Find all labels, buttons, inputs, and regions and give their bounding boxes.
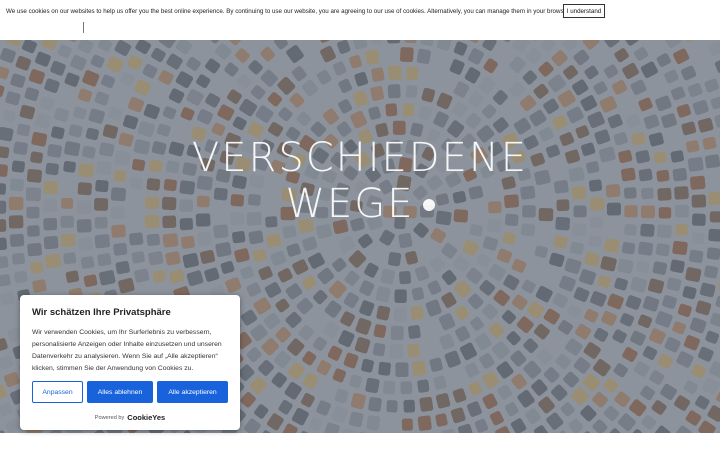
consent-body: Wir verwenden Cookies, um Ihr Surferlebn… <box>32 329 222 372</box>
page: We use cookies on our websites to help u… <box>0 0 720 450</box>
cookie-notice-text: We use cookies on our websites to help u… <box>6 7 594 15</box>
cookieyes-logo[interactable]: CookieYes <box>127 413 165 422</box>
powered-by-label: Powered by <box>94 414 125 421</box>
hero-title-line-2-wrap: WEGE <box>0 181 720 227</box>
cookie-understand-button[interactable]: I understand <box>563 4 605 18</box>
site-header <box>0 22 720 40</box>
cookie-notice-bar: We use cookies on our websites to help u… <box>0 0 720 22</box>
consent-dialog: Wir schätzen Ihre Privatsphäre Wir verwe… <box>20 295 240 430</box>
reject-all-button[interactable]: Alles ablehnen <box>87 381 153 403</box>
consent-buttons: Anpassen Alles ablehnen Alle akzeptieren <box>32 381 228 403</box>
dot-icon <box>422 199 435 211</box>
accept-all-button[interactable]: Alle akzeptieren <box>157 381 228 403</box>
consent-title: Wir schätzen Ihre Privatsphäre <box>32 307 171 318</box>
powered-by: Powered by CookieYes <box>20 413 240 422</box>
customize-button[interactable]: Anpassen <box>32 381 83 403</box>
hero-title-line-1: VERSCHIEDENE <box>191 135 529 181</box>
page-footer-strip <box>0 433 720 450</box>
hero-title-line-2: WEGE <box>285 181 415 227</box>
hero-title: VERSCHIEDENE WEGE <box>0 135 720 227</box>
